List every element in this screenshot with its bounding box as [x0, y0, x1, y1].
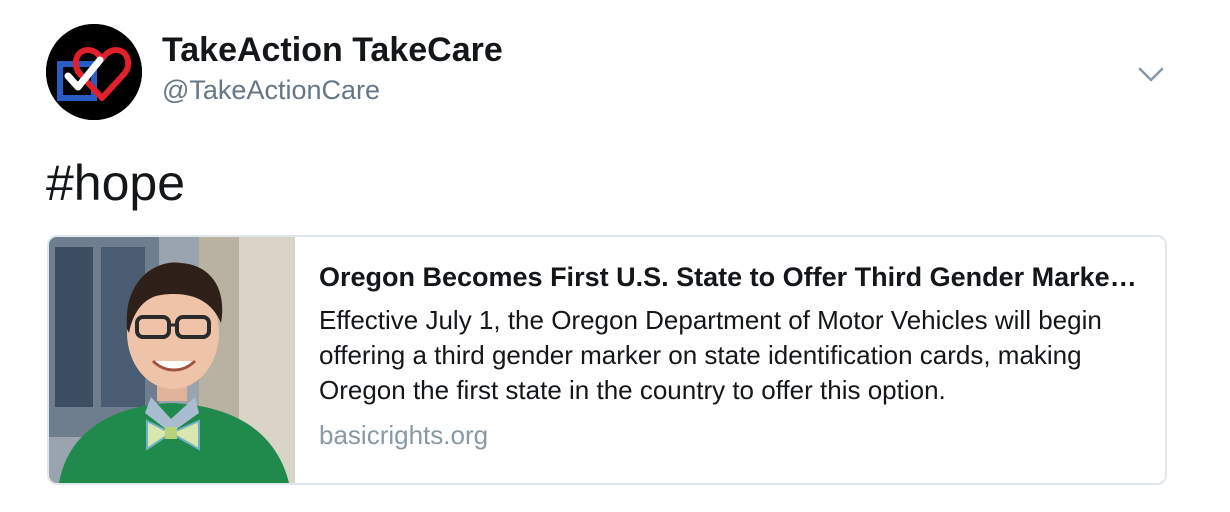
tweet: TakeAction TakeCare @TakeActionCare #hop…	[0, 0, 1230, 512]
card-body: Oregon Becomes First U.S. State to Offer…	[319, 259, 1149, 452]
chevron-down-icon[interactable]	[1136, 62, 1166, 88]
card-image	[49, 237, 295, 483]
heart-checkmark-logo-icon	[46, 24, 142, 120]
avatar[interactable]	[46, 24, 142, 120]
user-info: TakeAction TakeCare @TakeActionCare	[162, 30, 503, 106]
card-domain: basicrights.org	[319, 420, 489, 450]
display-name[interactable]: TakeAction TakeCare	[162, 30, 503, 70]
hashtag-link[interactable]: #hope	[46, 155, 185, 211]
tweet-text: #hope	[46, 152, 185, 214]
user-handle[interactable]: @TakeActionCare	[162, 74, 503, 106]
card-title[interactable]: Oregon Becomes First U.S. State to Offer…	[319, 259, 1144, 295]
card-description: Effective July 1, the Oregon Department …	[319, 305, 1102, 405]
link-card[interactable]: Oregon Becomes First U.S. State to Offer…	[47, 235, 1167, 485]
